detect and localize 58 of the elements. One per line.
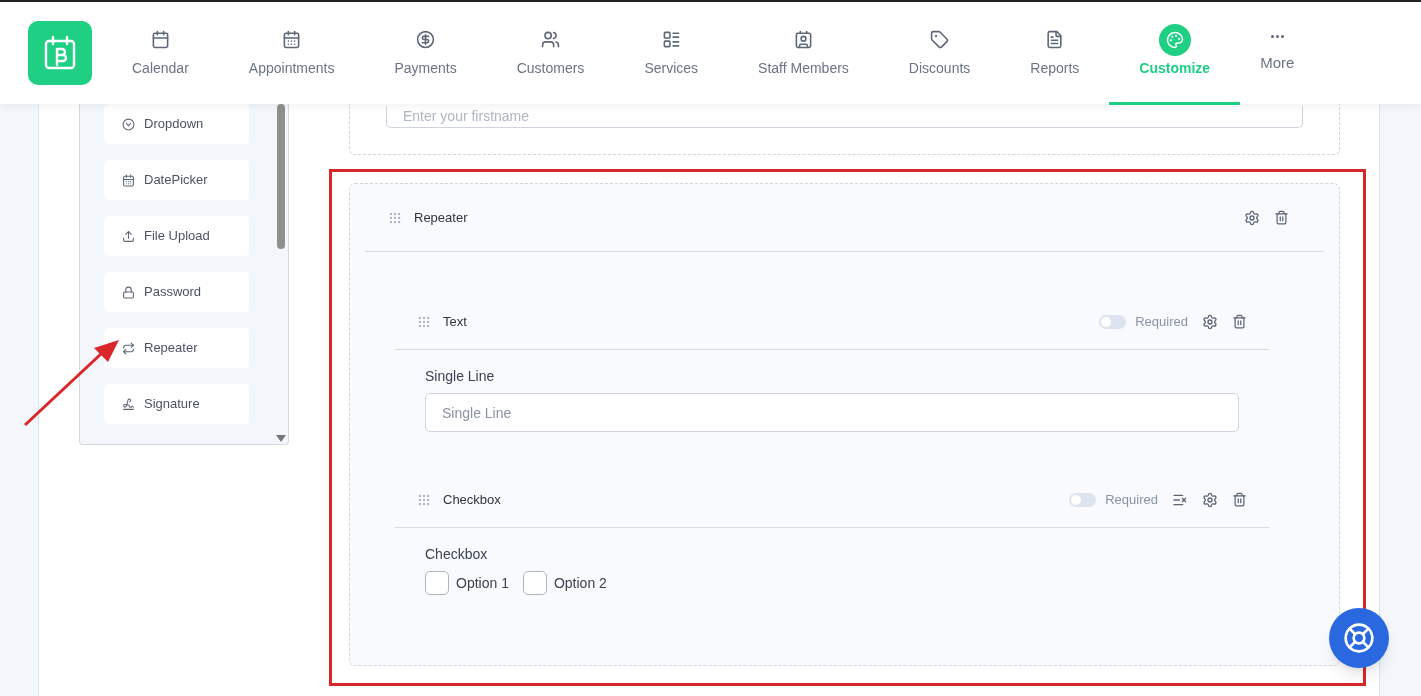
required-label: Required bbox=[1135, 312, 1188, 331]
upload-icon bbox=[122, 229, 135, 243]
lifebuoy-icon bbox=[1343, 622, 1375, 654]
nav-tab[interactable]: Services bbox=[614, 1, 729, 105]
list-icon bbox=[661, 30, 681, 49]
field-label: Checkbox bbox=[425, 545, 489, 564]
badge-icon bbox=[793, 30, 813, 49]
tag-icon bbox=[930, 30, 950, 49]
nav-tab[interactable]: Payments bbox=[364, 1, 487, 105]
option-label: Option 1 bbox=[456, 573, 509, 593]
more-tab[interactable]: More bbox=[1240, 1, 1315, 105]
dollar-icon bbox=[416, 30, 436, 49]
nav-tab[interactable]: Calendar bbox=[102, 1, 219, 105]
nav-tab[interactable]: Discounts bbox=[878, 1, 1001, 105]
delete-icon[interactable] bbox=[1274, 210, 1289, 225]
option-label: Option 2 bbox=[553, 573, 607, 593]
palette-item[interactable]: Signature bbox=[104, 384, 249, 424]
input-field[interactable]: Enter your firstname bbox=[386, 105, 1303, 128]
checkbox[interactable] bbox=[425, 571, 449, 595]
field-title: Checkbox bbox=[443, 490, 501, 509]
nav-tab[interactable]: Staff Members bbox=[728, 1, 879, 105]
field-label: Single Line bbox=[425, 367, 496, 386]
drag-handle-icon[interactable] bbox=[417, 314, 431, 329]
calendar-icon bbox=[122, 173, 135, 187]
calendar-icon bbox=[282, 30, 302, 49]
scrollbar-thumb[interactable] bbox=[277, 104, 285, 249]
repeater-title: Repeater bbox=[414, 208, 468, 227]
checkbox[interactable] bbox=[522, 571, 547, 595]
delete-icon[interactable] bbox=[1232, 314, 1247, 329]
signature-icon bbox=[122, 397, 135, 411]
dropdown-icon bbox=[122, 117, 135, 131]
settings-icon[interactable] bbox=[1202, 313, 1218, 330]
nav-tab[interactable]: Appointments bbox=[218, 1, 365, 105]
repeat-icon bbox=[122, 341, 135, 355]
palette-icon bbox=[1158, 24, 1191, 56]
palette-item[interactable]: Repeater bbox=[104, 328, 249, 368]
users-icon bbox=[541, 30, 561, 49]
more-icon bbox=[1270, 35, 1284, 39]
palette-item[interactable]: Dropdown bbox=[104, 104, 249, 144]
drag-handle-icon[interactable] bbox=[417, 492, 431, 507]
required-label: Required bbox=[1105, 490, 1158, 509]
palette-item[interactable]: Password bbox=[104, 272, 249, 312]
settings-icon[interactable] bbox=[1244, 209, 1260, 226]
calendar-icon bbox=[150, 30, 170, 49]
required-toggle[interactable] bbox=[1099, 314, 1127, 329]
nav-tab[interactable]: Reports bbox=[1000, 1, 1110, 105]
nav-tab[interactable]: Customers bbox=[486, 1, 615, 105]
scroll-down-icon[interactable] bbox=[276, 435, 286, 442]
settings-icon[interactable] bbox=[1202, 491, 1218, 508]
field-title: Text bbox=[443, 312, 467, 331]
palette-item[interactable]: DatePicker bbox=[104, 160, 249, 200]
drag-handle-icon[interactable] bbox=[388, 210, 402, 225]
required-toggle[interactable] bbox=[1069, 492, 1097, 507]
input-field[interactable]: Single Line bbox=[425, 393, 1239, 432]
document-icon bbox=[1045, 30, 1065, 49]
palette-item[interactable]: File Upload bbox=[104, 216, 249, 256]
lock-icon bbox=[122, 285, 135, 299]
delete-icon[interactable] bbox=[1232, 492, 1247, 507]
